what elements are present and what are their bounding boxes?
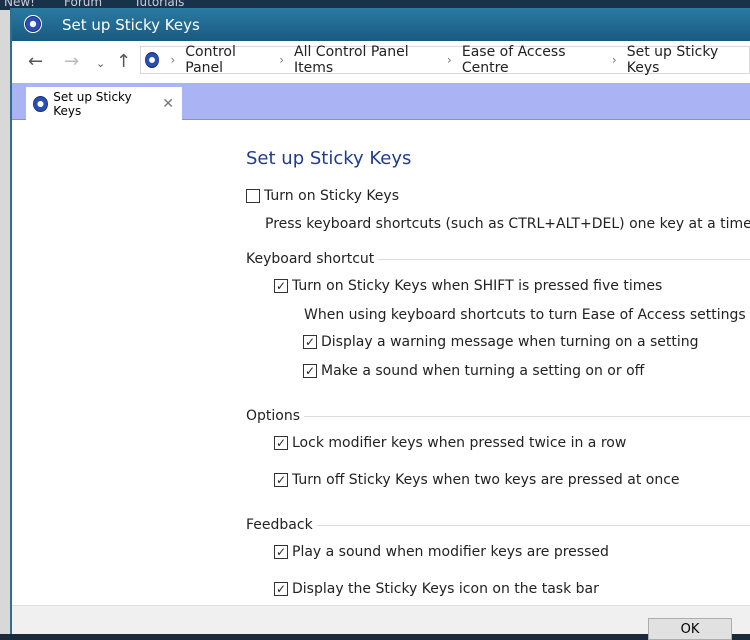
checkbox-label: Turn on Sticky Keys (264, 188, 400, 204)
window-title: Set up Sticky Keys (62, 16, 200, 34)
breadcrumb-control-panel[interactable]: Control Panel (179, 44, 275, 76)
sticky-keys-window: Set up Sticky Keys ← → ⌄ ↑ › Control Pan… (10, 8, 750, 640)
shortcut-sub-description: When using keyboard shortcuts to turn Ea… (304, 307, 750, 323)
shift-five-times-checkbox[interactable]: ✓ Turn on Sticky Keys when SHIFT is press… (274, 278, 662, 294)
turn-on-description: Press keyboard shortcuts (such as CTRL+A… (265, 216, 750, 232)
turn-on-sticky-keys-checkbox[interactable]: Turn on Sticky Keys (246, 188, 399, 204)
close-icon[interactable]: ✕ (162, 96, 174, 112)
section-keyboard-shortcut: Keyboard shortcut (246, 251, 750, 267)
make-sound-checkbox[interactable]: ✓ Make a sound when turning a setting on … (303, 363, 644, 379)
chevron-right-icon[interactable]: › (608, 53, 621, 67)
divider (316, 524, 750, 526)
tab-bar: Set up Sticky Keys ✕ (12, 83, 750, 120)
divider (378, 258, 750, 260)
section-title: Options (246, 408, 301, 424)
title-bar[interactable]: Set up Sticky Keys (12, 8, 750, 41)
ok-button[interactable]: OK (648, 618, 732, 640)
checkbox[interactable]: ✓ (303, 335, 317, 349)
ease-of-access-icon (24, 15, 42, 33)
checkbox[interactable]: ✓ (274, 436, 288, 450)
checkbox[interactable]: ✓ (303, 364, 317, 378)
checkbox[interactable] (246, 189, 260, 203)
checkbox-label: Turn off Sticky Keys when two keys are p… (292, 472, 680, 488)
settings-content: Set up Sticky Keys Turn on Sticky Keys P… (12, 120, 750, 605)
breadcrumb-sticky-keys[interactable]: Set up Sticky Keys (621, 44, 749, 76)
warning-message-checkbox[interactable]: ✓ Display a warning message when turning … (303, 334, 699, 350)
up-arrow-icon[interactable]: ↑ (116, 51, 131, 72)
checkbox[interactable]: ✓ (274, 279, 288, 293)
forward-arrow-icon[interactable]: → (64, 51, 79, 72)
turn-off-two-keys-checkbox[interactable]: ✓ Turn off Sticky Keys when two keys are … (274, 472, 680, 488)
section-options: Options (246, 408, 750, 424)
lock-modifier-checkbox[interactable]: ✓ Lock modifier keys when pressed twice i… (274, 435, 626, 451)
checkbox[interactable]: ✓ (274, 545, 288, 559)
breadcrumb-all-items[interactable]: All Control Panel Items (288, 44, 443, 76)
checkbox-label: Lock modifier keys when pressed twice in… (292, 435, 627, 451)
ease-of-access-icon (32, 94, 50, 113)
checkbox[interactable]: ✓ (274, 473, 288, 487)
dialog-footer: OK (12, 605, 750, 640)
control-panel-icon (144, 51, 161, 69)
checkbox-label: Display a warning message when turning o… (321, 334, 699, 350)
taskbar-icon-checkbox[interactable]: ✓ Display the Sticky Keys icon on the tas… (274, 581, 599, 597)
chevron-right-icon[interactable]: › (443, 53, 456, 67)
chevron-right-icon[interactable]: › (275, 53, 288, 67)
recent-chevron-down-icon[interactable]: ⌄ (96, 57, 105, 70)
divider (304, 415, 750, 417)
page-title: Set up Sticky Keys (246, 148, 412, 169)
section-title: Feedback (246, 517, 313, 533)
address-bar-area: ← → ⌄ ↑ › Control Panel › All Control Pa… (12, 41, 750, 83)
checkbox-label: Play a sound when modifier keys are pres… (292, 544, 609, 560)
tab-label: Set up Sticky Keys (53, 89, 132, 118)
chevron-right-icon[interactable]: › (166, 53, 179, 67)
tab-set-up-sticky-keys[interactable]: Set up Sticky Keys ✕ (26, 87, 182, 120)
checkbox[interactable]: ✓ (274, 582, 288, 596)
section-title: Keyboard shortcut (246, 251, 375, 267)
play-sound-checkbox[interactable]: ✓ Play a sound when modifier keys are pre… (274, 544, 609, 560)
address-bar[interactable]: › Control Panel › All Control Panel Item… (140, 44, 750, 76)
breadcrumb-ease-of-access[interactable]: Ease of Access Centre (456, 44, 608, 76)
checkbox-label: Make a sound when turning a setting on o… (321, 363, 645, 379)
back-arrow-icon[interactable]: ← (28, 51, 43, 72)
section-feedback: Feedback (246, 517, 750, 533)
checkbox-label: Turn on Sticky Keys when SHIFT is presse… (292, 278, 663, 294)
checkbox-label: Display the Sticky Keys icon on the task… (292, 581, 599, 597)
